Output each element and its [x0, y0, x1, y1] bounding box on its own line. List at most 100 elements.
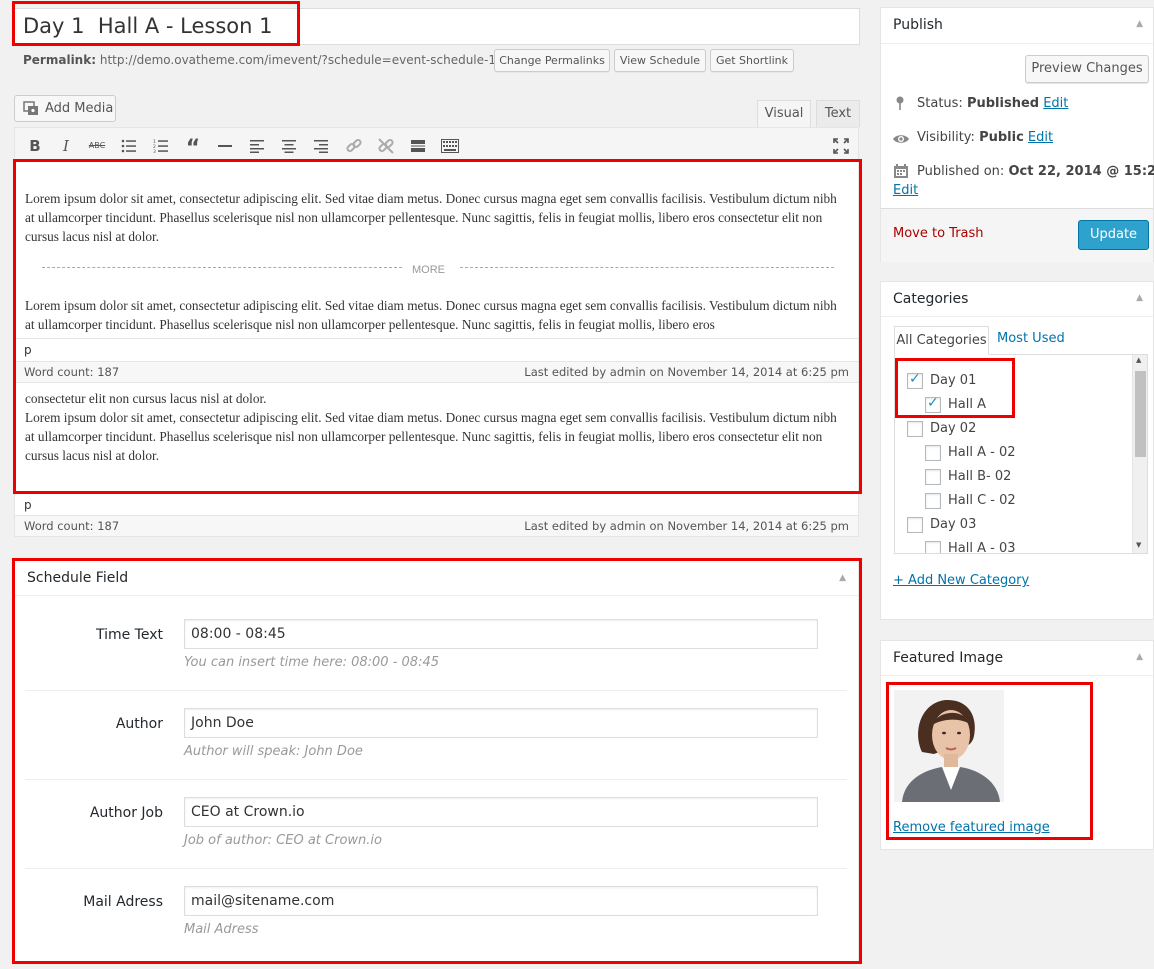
status-edit-link[interactable]: Edit — [1043, 96, 1068, 111]
publish-box: Publish ▲ Preview Changes Status: Publis… — [880, 7, 1154, 262]
publish-title: Publish — [881, 8, 1153, 44]
category-label-hall-a: Hall A — [948, 397, 986, 412]
view-schedule-button[interactable]: View Schedule — [614, 49, 706, 72]
author-help: Author will speak: John Doe — [184, 744, 363, 759]
editor-status-bar-2: Word count: 187 Last edited by admin on … — [14, 515, 859, 537]
category-label-hall-a-03: Hall A - 03 — [948, 541, 1016, 554]
pin-icon — [896, 96, 904, 110]
align-right-icon[interactable] — [311, 136, 331, 156]
schedule-field-title: Schedule Field — [15, 561, 858, 596]
category-checkbox-hall-b-02[interactable] — [925, 469, 941, 485]
category-checkbox-hall-a-02[interactable] — [925, 445, 941, 461]
align-left-icon[interactable] — [247, 136, 267, 156]
horizontal-line-icon[interactable] — [215, 136, 235, 156]
preview-changes-button[interactable]: Preview Changes — [1025, 55, 1149, 83]
bullet-list-icon[interactable] — [119, 136, 139, 156]
editor-paragraph-1: Lorem ipsum dolor sit amet, consectetur … — [25, 191, 837, 244]
scrollbar-thumb[interactable] — [1135, 371, 1146, 457]
category-checkbox-hall-a[interactable] — [925, 395, 941, 413]
featured-collapse-icon[interactable]: ▲ — [1136, 652, 1143, 662]
bold-icon[interactable]: B — [25, 136, 45, 156]
published-label: Published on: — [917, 164, 1005, 179]
category-checkbox-hall-c-02[interactable] — [925, 493, 941, 509]
category-checkbox-day03[interactable] — [907, 517, 923, 533]
last-edited-2: Last edited by admin on November 14, 201… — [524, 519, 849, 533]
italic-icon[interactable]: I — [56, 136, 76, 156]
blockquote-icon[interactable]: “ — [183, 136, 203, 161]
add-media-button[interactable]: Add Media — [14, 95, 116, 122]
category-label-day03: Day 03 — [930, 517, 977, 532]
publish-collapse-icon[interactable]: ▲ — [1136, 19, 1143, 29]
category-label-hall-a-02: Hall A - 02 — [948, 445, 1016, 460]
tab-text[interactable]: Text — [816, 100, 860, 127]
read-more-icon[interactable] — [408, 136, 428, 156]
author-job-input[interactable]: CEO at Crown.io — [184, 797, 818, 827]
time-text-help: You can insert time here: 08:00 - 08:45 — [184, 655, 439, 670]
categories-title: Categories — [881, 282, 1153, 317]
toolbar-toggle-icon[interactable] — [440, 136, 460, 156]
category-label-day01: Day 01 — [930, 373, 977, 388]
category-checklist[interactable]: ▲ ▼ Day 01 Hall A Day 02 Hall A - 02 Hal… — [894, 354, 1148, 554]
time-text-input[interactable]: 08:00 - 08:45 — [184, 619, 818, 649]
author-job-label: Author Job — [89, 805, 163, 821]
author-label: Author — [115, 716, 163, 732]
category-checkbox-hall-a-03[interactable] — [925, 541, 941, 553]
author-job-help: Job of author: CEO at Crown.io — [184, 833, 382, 848]
tab-all-categories[interactable]: All Categories — [894, 326, 989, 355]
numbered-list-icon[interactable]: 123 — [151, 136, 171, 156]
update-button[interactable]: Update — [1078, 220, 1149, 250]
change-permalinks-button[interactable]: Change Permalinks — [494, 49, 610, 72]
permalink-url[interactable]: http://demo.ovatheme.com/imevent/?schedu… — [100, 53, 496, 67]
last-edited: Last edited by admin on November 14, 201… — [524, 365, 849, 379]
visibility-label: Visibility: — [917, 130, 975, 145]
editor-paragraph-3-tail: consectetur elit non cursus lacus nisl a… — [25, 391, 267, 406]
visibility-row: Visibility: Public Edit — [917, 130, 1053, 145]
align-center-icon[interactable] — [279, 136, 299, 156]
move-to-trash-link[interactable]: Move to Trash — [893, 226, 984, 241]
status-label: Status: — [917, 96, 963, 111]
featured-image-box: Featured Image ▲ Remove featured image — [880, 640, 1154, 850]
published-edit-link[interactable]: Edit — [893, 183, 918, 198]
status-row: Status: Published Edit — [917, 96, 1068, 111]
editor-content-continued[interactable]: consectetur elit non cursus lacus nisl a… — [14, 383, 859, 494]
editor-toolbar: B I ABC 123 “ — [14, 127, 859, 162]
editor-content[interactable]: Lorem ipsum dolor sit amet, consectetur … — [14, 161, 859, 339]
calendar-icon — [894, 164, 908, 178]
category-scrollbar[interactable]: ▲ ▼ — [1132, 355, 1147, 553]
remove-featured-image-link[interactable]: Remove featured image — [893, 820, 1050, 835]
scroll-up-icon[interactable]: ▲ — [1136, 356, 1141, 364]
eye-icon — [893, 135, 909, 143]
mail-address-input[interactable]: mail@sitename.com — [184, 886, 818, 916]
editor-path: p — [14, 339, 859, 361]
visibility-value: Public — [979, 130, 1024, 145]
category-checkbox-day01[interactable] — [907, 371, 923, 389]
category-label-day02: Day 02 — [930, 421, 977, 436]
get-shortlink-button[interactable]: Get Shortlink — [710, 49, 794, 72]
permalink-label: Permalink: — [23, 53, 97, 67]
editor-status-bar: Word count: 187 Last edited by admin on … — [14, 361, 859, 383]
featured-image-thumbnail[interactable] — [894, 690, 1004, 802]
add-media-label: Add Media — [45, 101, 114, 116]
more-label: MORE — [412, 264, 445, 276]
category-label-hall-c-02: Hall C - 02 — [948, 493, 1016, 508]
media-icon — [23, 101, 38, 115]
status-value: Published — [966, 96, 1040, 111]
published-value: Oct 22, 2014 @ 15:26 — [1008, 164, 1154, 179]
insert-link-icon[interactable] — [344, 136, 364, 156]
post-title-input[interactable]: Day 1 Hall A - Lesson 1 — [13, 8, 860, 45]
remove-link-icon[interactable] — [376, 136, 396, 156]
visibility-edit-link[interactable]: Edit — [1028, 130, 1053, 145]
permalink-row: Permalink: http://demo.ovatheme.com/imev… — [23, 53, 496, 67]
tab-visual[interactable]: Visual — [757, 100, 811, 127]
collapse-arrow-icon[interactable]: ▲ — [839, 573, 846, 583]
strikethrough-icon[interactable]: ABC — [87, 136, 107, 156]
category-checkbox-day02[interactable] — [907, 421, 923, 437]
fullscreen-icon[interactable] — [831, 136, 851, 156]
categories-collapse-icon[interactable]: ▲ — [1136, 293, 1143, 303]
author-input[interactable]: John Doe — [184, 708, 818, 738]
time-text-label: Time Text — [95, 627, 163, 643]
scroll-down-icon[interactable]: ▼ — [1136, 541, 1141, 549]
add-new-category-link[interactable]: + Add New Category — [893, 573, 1029, 588]
tab-most-used[interactable]: Most Used — [997, 331, 1065, 346]
published-on-row: Published on: Oct 22, 2014 @ 15:26 — [917, 164, 1154, 179]
